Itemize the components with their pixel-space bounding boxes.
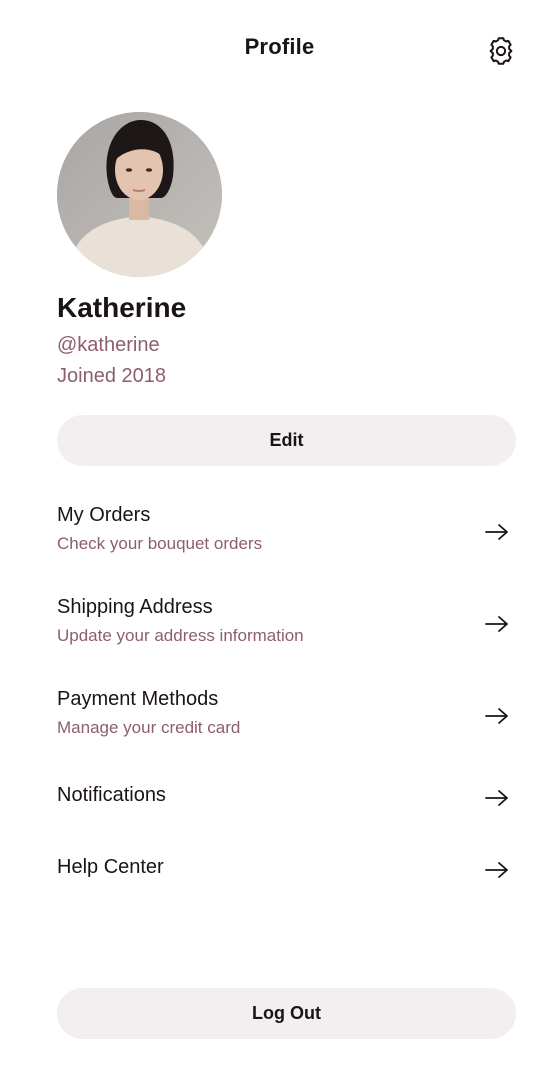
arrow-right-icon — [485, 524, 508, 540]
arrow-right-icon — [485, 616, 508, 632]
arrow-right-icon — [485, 790, 508, 806]
settings-button[interactable] — [484, 34, 518, 68]
profile-photo — [57, 112, 222, 277]
profile-name: Katherine — [57, 292, 187, 323]
logout-button[interactable]: Log Out — [57, 988, 516, 1039]
avatar — [57, 112, 222, 277]
edit-profile-button[interactable]: Edit — [57, 415, 516, 466]
gear-icon — [489, 37, 513, 65]
top-bar: Profile — [0, 0, 559, 96]
joined-date: Joined 2018 — [57, 365, 166, 387]
menu-item-help-center[interactable]: Help Center — [57, 852, 516, 888]
arrow-right-icon — [485, 708, 508, 724]
menu-item-payment-methods[interactable]: Payment Methods Manage your credit card — [57, 684, 516, 750]
menu-item-subtitle: Manage your credit card — [57, 718, 241, 737]
menu-item-title: Help Center — [57, 856, 164, 878]
menu-item-shipping-address[interactable]: Shipping Address Update your address inf… — [57, 592, 516, 658]
menu-item-notifications[interactable]: Notifications — [57, 780, 516, 816]
menu-item-title: Payment Methods — [57, 688, 219, 710]
menu-item-title: Shipping Address — [57, 596, 213, 618]
menu-item-title: Notifications — [57, 784, 166, 806]
menu-item-subtitle: Update your address information — [57, 626, 304, 645]
menu-item-subtitle: Check your bouquet orders — [57, 534, 263, 553]
page-title: Profile — [244, 34, 315, 59]
menu-item-title: My Orders — [57, 504, 151, 526]
arrow-right-icon — [485, 862, 508, 878]
menu-item-my-orders[interactable]: My Orders Check your bouquet orders — [57, 500, 516, 566]
profile-handle: @katherine — [57, 334, 160, 356]
